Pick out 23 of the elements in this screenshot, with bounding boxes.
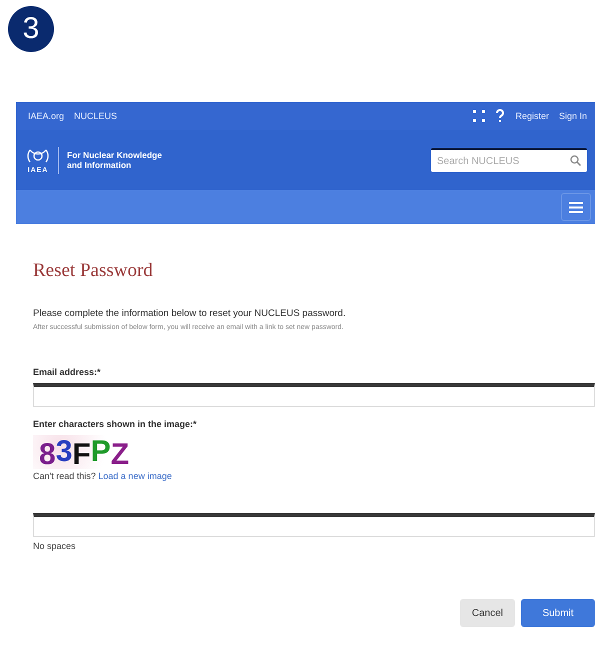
top-link[interactable]: Register [515,111,549,121]
new-image-link[interactable]: Load a new image [98,471,172,481]
submit-button[interactable]: Submit [521,599,595,627]
menu-icon[interactable] [569,202,583,212]
captcha-prompt: Can't read this? Load a new image [33,471,173,481]
page-title: Reset Password [33,260,154,282]
search-field[interactable]: Search NUCLEUS [431,148,587,172]
intro-text: Please complete the information below to reset your NUCLEUS password. [33,308,347,319]
help-icon[interactable] [495,109,506,123]
search-icon[interactable] [570,155,581,166]
email-label: Email address:* [33,367,102,377]
top-link[interactable]: IAEA.org [28,111,64,121]
top-link[interactable]: NUCLEUS [74,111,118,121]
step-badge: 3 [8,6,54,52]
expand-icon[interactable] [473,110,486,122]
captcha-field[interactable] [33,513,595,537]
cancel-button[interactable]: Cancel [460,599,515,627]
tagline: For Nuclear Knowledge and Information [67,150,162,170]
email-field[interactable] [33,383,595,407]
hint-text: No spaces [33,541,77,551]
menu-button[interactable] [561,193,591,221]
top-link[interactable]: Sign In [558,111,587,121]
captcha-label: Enter characters shown in the image:* [33,419,198,429]
